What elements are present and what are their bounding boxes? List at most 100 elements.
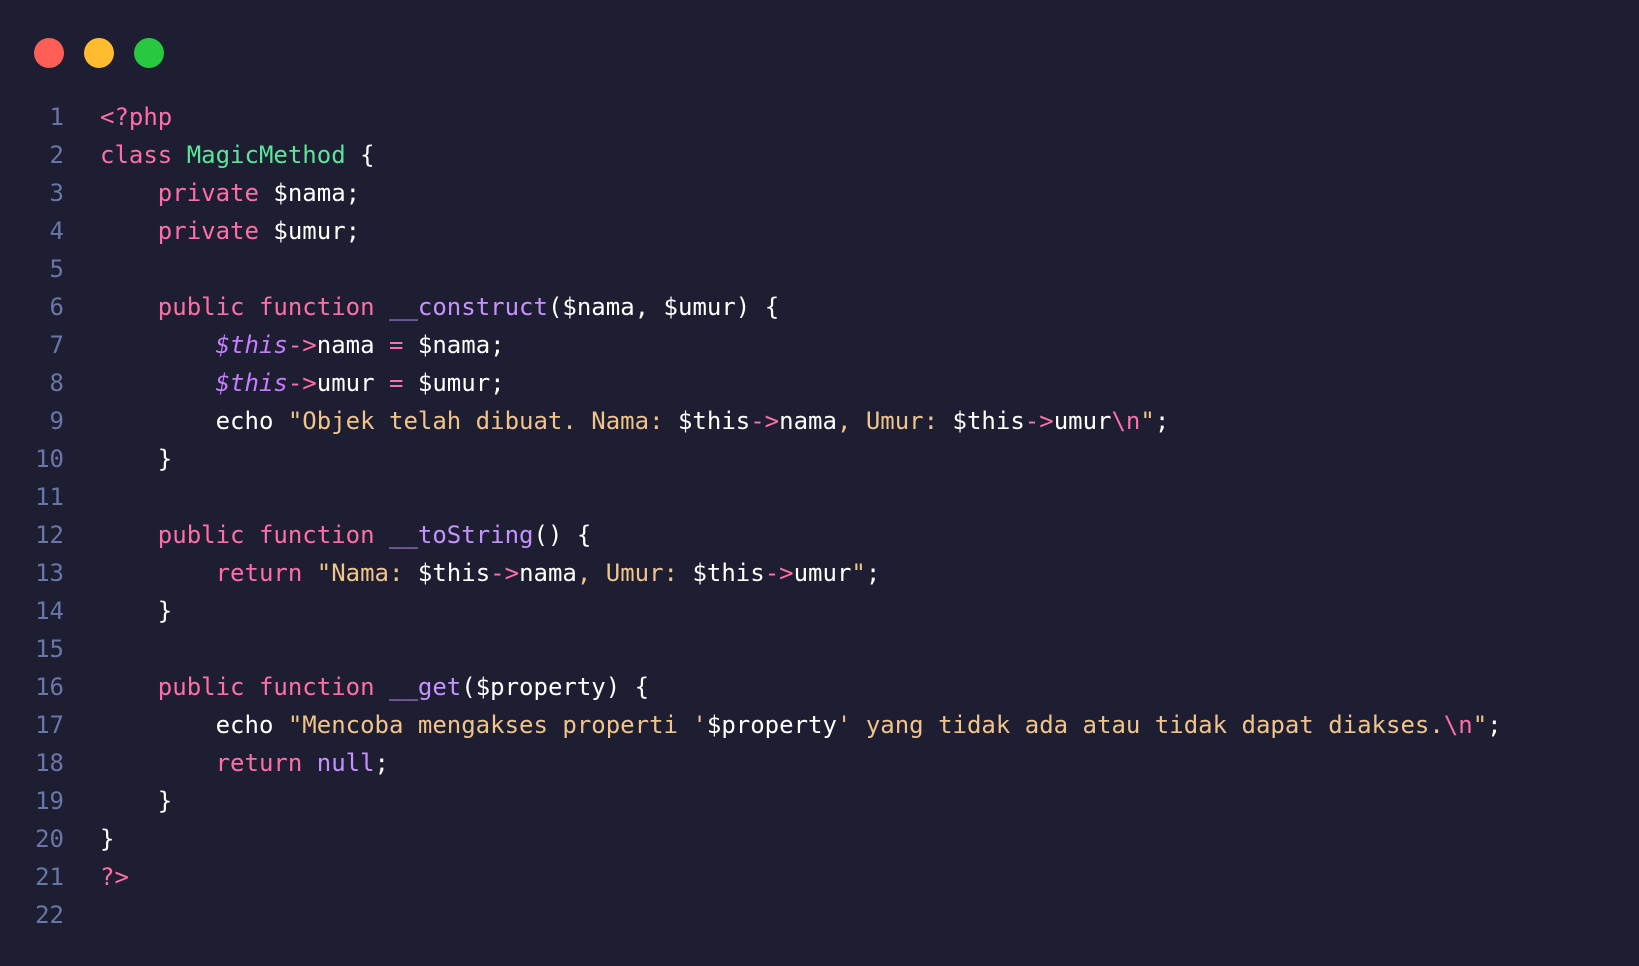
code-token: __get (389, 673, 462, 701)
code-editor[interactable]: 1 <?php 2 class MagicMethod {3 private $nam… (0, 98, 1639, 934)
code-token: " (1140, 407, 1155, 435)
code-token: -> (750, 407, 780, 435)
line-number: 2 (49, 141, 64, 169)
code-token: "Mencoba mengakses properti ' (287, 711, 707, 739)
code-token: $this (417, 559, 491, 587)
line-number: 8 (49, 369, 64, 397)
code-text: public function __toString() { (64, 516, 592, 554)
code-token: -> (287, 369, 317, 397)
code-token: ($nama, $umur) { (547, 293, 780, 321)
code-text: $this->umur = $umur; (64, 364, 505, 402)
code-token: ; (1487, 711, 1502, 739)
code-text: } (64, 782, 172, 820)
code-token: return (215, 749, 303, 777)
line-number: 1 (49, 103, 64, 131)
code-token: ' yang tidak ada atau tidak dapat diakse… (836, 711, 1444, 739)
code-token: ($property) { (461, 673, 650, 701)
code-line: 22 (0, 896, 1639, 934)
code-token: __construct (389, 293, 548, 321)
code-token: class (100, 141, 187, 169)
code-line: 4 private $umur; (0, 212, 1639, 250)
line-number: 21 (35, 863, 64, 891)
code-line: 9 echo "Objek telah dibuat. Nama: $this-… (0, 402, 1639, 440)
line-number: 10 (35, 445, 64, 473)
code-line: 20} (0, 820, 1639, 858)
code-token: null (316, 749, 375, 777)
code-line: 5 (0, 250, 1639, 288)
code-token: __toString (389, 521, 534, 549)
code-token: , Umur: (576, 559, 693, 587)
code-token: { (345, 141, 375, 169)
code-token: nama (519, 559, 577, 587)
code-line: 3 private $nama; (0, 174, 1639, 212)
code-token: return (215, 559, 303, 587)
code-token: umur (1053, 407, 1112, 435)
minimize-button[interactable] (84, 38, 114, 68)
code-line: 1 <?php (0, 98, 1639, 136)
code-token: } (100, 825, 115, 853)
line-number: 17 (35, 711, 64, 739)
code-token: $this (692, 559, 765, 587)
code-token: public function (157, 673, 375, 701)
close-button[interactable] (34, 38, 64, 68)
code-line: 14 } (0, 592, 1639, 630)
code-line: 21 ?> (0, 858, 1639, 896)
line-number: 20 (35, 825, 64, 853)
code-line: 19 } (0, 782, 1639, 820)
code-token: $this (677, 407, 751, 435)
code-line: 10 } (0, 440, 1639, 478)
code-token: \n (1111, 407, 1141, 435)
code-token: " (1472, 711, 1488, 739)
code-token: ; (1154, 407, 1170, 435)
code-token: ; (374, 749, 389, 777)
line-number: 15 (35, 635, 64, 663)
code-token: $this (215, 369, 288, 397)
code-token: \n (1443, 711, 1473, 739)
code-text: echo "Mencoba mengakses properti '$prope… (64, 706, 1502, 744)
code-token: $nama; (403, 331, 505, 359)
code-text: <?php (64, 98, 172, 136)
code-line: 8 $this->umur = $umur; (0, 364, 1639, 402)
code-token: umur (316, 369, 389, 397)
code-line: 6 public function __construct($nama, $um… (0, 288, 1639, 326)
code-line: 18 return null; (0, 744, 1639, 782)
code-token: -> (287, 331, 317, 359)
code-token: -> (490, 559, 520, 587)
code-token: = (389, 369, 404, 397)
code-token: = (389, 331, 404, 359)
code-token: private (157, 179, 259, 207)
code-line: 13 return "Nama: $this->nama, Umur: $thi… (0, 554, 1639, 592)
code-line: 2 class MagicMethod { (0, 136, 1639, 174)
code-token: } (100, 787, 173, 815)
code-line: 12 public function __toString() { (0, 516, 1639, 554)
code-text: public function __get($property) { (64, 668, 649, 706)
window-controls (34, 38, 164, 68)
code-token: umur (793, 559, 852, 587)
code-text: public function __construct($nama, $umur… (64, 288, 779, 326)
line-number: 14 (35, 597, 64, 625)
code-token: $umur; (258, 217, 361, 245)
zoom-button[interactable] (134, 38, 164, 68)
code-text: return null; (64, 744, 389, 782)
code-token: private (157, 217, 259, 245)
code-line: 7 $this->nama = $nama; (0, 326, 1639, 364)
code-line: 11 (0, 478, 1639, 516)
code-text: } (64, 820, 114, 858)
code-token: " (851, 559, 866, 587)
code-token: -> (1024, 407, 1054, 435)
line-number: 3 (49, 179, 64, 207)
code-token: ; (865, 559, 881, 587)
line-number: 22 (35, 901, 64, 929)
code-token: <?php (100, 103, 173, 131)
